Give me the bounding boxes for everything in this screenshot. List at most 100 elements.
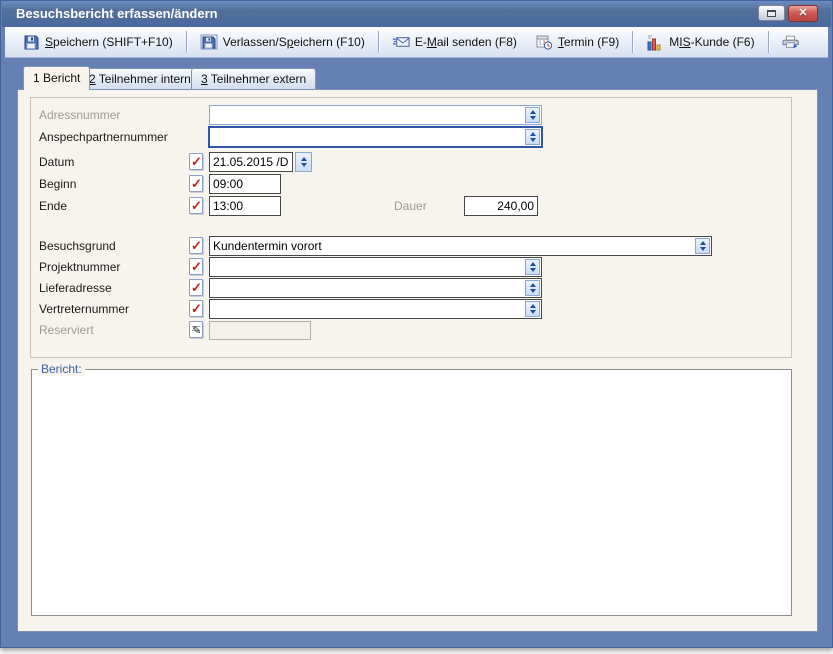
- besuchsgrund-field[interactable]: [209, 236, 712, 256]
- datum-input[interactable]: [210, 153, 292, 171]
- vertreternummer-input[interactable]: [210, 300, 525, 318]
- spinner-up-icon: [700, 241, 706, 245]
- reserviert-input: [210, 322, 310, 339]
- leave-save-button-label: Verlassen/Speichern (F10): [223, 35, 365, 49]
- ende-label: Ende: [39, 199, 189, 213]
- vertreternummer-label: Vertreternummer: [39, 302, 189, 316]
- bericht-textarea[interactable]: [35, 373, 788, 612]
- tab-teilnehmer-extern[interactable]: 3 Teilnehmer extern: [191, 68, 316, 89]
- anspechpartnernummer-field[interactable]: [208, 126, 543, 148]
- label-text: M: [669, 35, 679, 49]
- tab-label: Teilnehmer extern: [208, 72, 307, 86]
- ende-input[interactable]: [210, 197, 280, 215]
- reserviert-field: [209, 321, 311, 340]
- toolbar-separator: [768, 31, 769, 53]
- spinner-up-icon: [530, 304, 536, 308]
- dauer-field[interactable]: [464, 196, 538, 216]
- lieferadresse-spinner[interactable]: [525, 280, 540, 296]
- tab-label: Bericht: [40, 71, 81, 85]
- lieferadresse-input[interactable]: [210, 279, 525, 297]
- save-button-label: Speichern (SHIFT+F10): [45, 35, 173, 49]
- bericht-legend: Bericht:: [38, 362, 85, 376]
- label-text: ail senden (F8): [437, 35, 517, 49]
- restore-button[interactable]: [758, 5, 785, 21]
- toolbar-separator: [632, 31, 633, 53]
- window-titlebar: Besuchsbericht erfassen/ändern ✕: [2, 1, 831, 27]
- besuchsgrund-input[interactable]: [210, 237, 695, 255]
- adressnummer-spinner[interactable]: [525, 107, 540, 123]
- print-button[interactable]: [773, 30, 809, 54]
- adressnummer-field[interactable]: [209, 105, 542, 125]
- reserviert-label: Reserviert: [39, 323, 189, 337]
- spinner-up-icon: [530, 132, 536, 136]
- mis-kunde-button-label: MIS-Kunde (F6): [669, 35, 754, 49]
- lieferadresse-required-check-icon[interactable]: [189, 279, 203, 296]
- toolbar: Speichern (SHIFT+F10) Verlassen/Speicher…: [5, 27, 828, 58]
- restore-icon: [767, 10, 776, 17]
- mis-kunde-button[interactable]: MIS-Kunde (F6): [637, 30, 763, 54]
- spinner-down-icon: [530, 289, 536, 293]
- printer-icon: [782, 34, 800, 50]
- tab-label: Teilnehmer intern: [96, 72, 191, 86]
- email-button-label: E-Mail senden (F8): [415, 35, 517, 49]
- lieferadresse-label: Lieferadresse: [39, 281, 189, 295]
- close-icon: ✕: [798, 7, 807, 19]
- anspechpartnernummer-spinner[interactable]: [525, 129, 540, 145]
- beginn-input[interactable]: [210, 175, 280, 193]
- label-text: peichern (SHIFT+F10): [53, 35, 173, 49]
- email-button[interactable]: E-Mail senden (F8): [383, 30, 526, 54]
- spinner-down-icon: [530, 310, 536, 314]
- projektnummer-field[interactable]: [209, 257, 542, 277]
- datum-field[interactable]: [209, 152, 293, 172]
- adressnummer-input[interactable]: [210, 106, 525, 124]
- label-text: Verlassen/S: [223, 35, 287, 49]
- reserviert-edit-icon[interactable]: [189, 321, 203, 338]
- projektnummer-spinner[interactable]: [525, 259, 540, 275]
- spinner-down-icon: [530, 268, 536, 272]
- beginn-label: Beginn: [39, 177, 189, 191]
- anspechpartnernummer-label: Anspechpartnernummer: [39, 130, 189, 144]
- label-accesskey: M: [427, 35, 437, 49]
- toolbar-separator: [378, 31, 379, 53]
- save-icon: [22, 34, 40, 50]
- anspechpartnernummer-input[interactable]: [210, 128, 525, 146]
- label-text: ermin (F9): [564, 35, 619, 49]
- beginn-field[interactable]: [209, 174, 281, 194]
- vertreternummer-required-check-icon[interactable]: [189, 300, 203, 317]
- spinner-down-icon: [700, 247, 706, 251]
- save-button[interactable]: Speichern (SHIFT+F10): [13, 30, 182, 54]
- projektnummer-input[interactable]: [210, 258, 525, 276]
- tab-accesskey: 3: [201, 72, 208, 86]
- chart-icon: [646, 34, 664, 50]
- vertreternummer-field[interactable]: [209, 299, 542, 319]
- lieferadresse-field[interactable]: [209, 278, 542, 298]
- label-text: -Kunde (F6): [691, 35, 755, 49]
- label-accesskey: S: [45, 35, 53, 49]
- close-button[interactable]: ✕: [788, 5, 818, 22]
- datum-spinner[interactable]: [295, 152, 312, 172]
- beginn-required-check-icon[interactable]: [189, 175, 203, 192]
- tab-teilnehmer-intern[interactable]: 2 Teilnehmer intern: [79, 68, 201, 89]
- spinner-up-icon: [530, 283, 536, 287]
- bericht-groupbox: [31, 369, 792, 616]
- ende-required-check-icon[interactable]: [189, 197, 203, 214]
- projektnummer-label: Projektnummer: [39, 260, 189, 274]
- dauer-input[interactable]: [465, 197, 537, 215]
- tab-accesskey: 1: [33, 71, 40, 85]
- datum-required-check-icon[interactable]: [189, 153, 203, 170]
- leave-save-button[interactable]: Verlassen/Speichern (F10): [191, 30, 374, 54]
- tab-bericht[interactable]: 1 Bericht: [23, 66, 90, 90]
- besuchsgrund-label: Besuchsgrund: [39, 239, 189, 253]
- label-text: eichern (F10): [293, 35, 364, 49]
- projektnummer-required-check-icon[interactable]: [189, 258, 203, 275]
- spinner-up-icon: [301, 157, 307, 161]
- label-text: E-: [415, 35, 427, 49]
- besuchsgrund-spinner[interactable]: [695, 238, 710, 254]
- termin-button[interactable]: 12 Termin (F9): [526, 30, 628, 54]
- ende-field[interactable]: [209, 196, 281, 216]
- spinner-up-icon: [530, 110, 536, 114]
- save-exit-icon: [200, 34, 218, 50]
- besuchsgrund-required-check-icon[interactable]: [189, 237, 203, 254]
- adressnummer-label: Adressnummer: [39, 108, 189, 122]
- vertreternummer-spinner[interactable]: [525, 301, 540, 317]
